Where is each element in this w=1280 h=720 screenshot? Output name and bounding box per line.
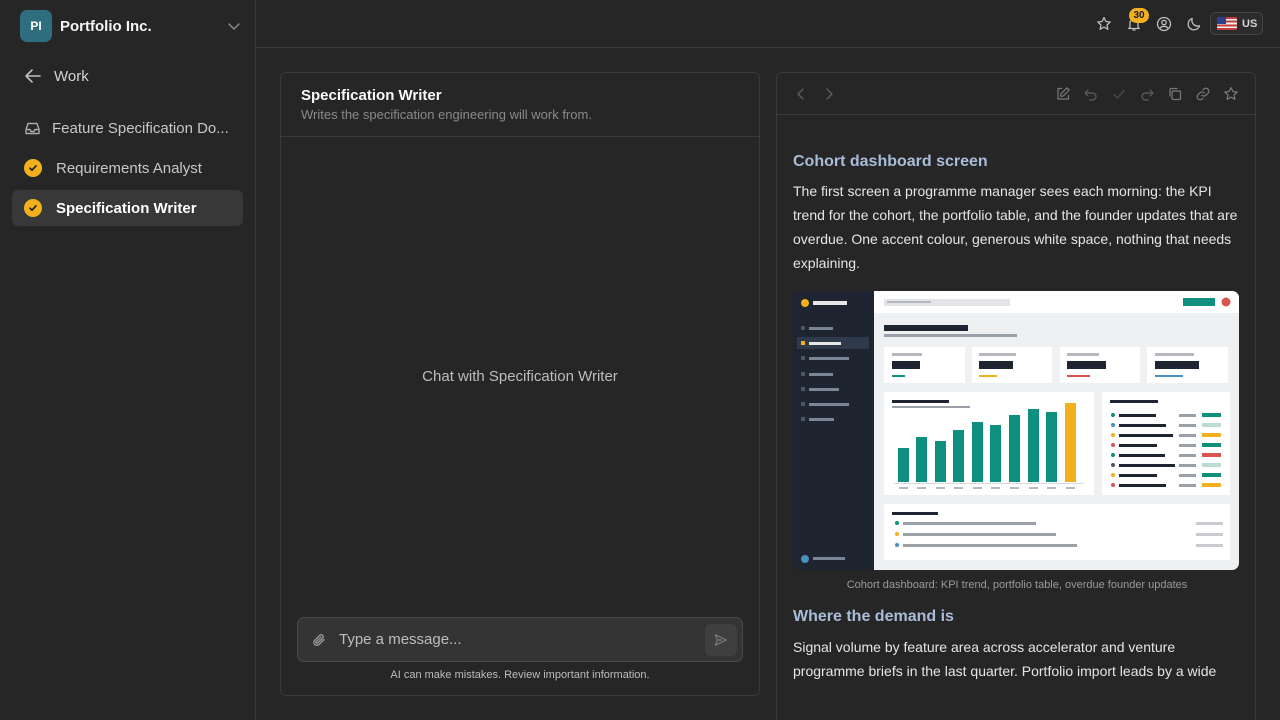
figure-caption: Cohort dashboard: KPI trend, portfolio t… [846,579,1188,591]
chat-title: Specification Writer [301,87,442,104]
chevron-left-icon[interactable] [793,86,809,102]
link-icon[interactable] [1195,86,1211,102]
undo-icon[interactable] [1083,86,1099,102]
edit-icon[interactable] [1055,86,1071,102]
org-avatar: PI [20,10,52,42]
sidebar: PI Portfolio Inc. Work Feature Specifica… [0,0,256,720]
sidebar-item-requirements-analyst[interactable]: Requirements Analyst [12,150,243,186]
section-heading: Cohort dashboard screen [793,153,988,170]
check-circle-icon [24,199,42,217]
check-circle-icon [24,159,42,177]
back-label: Work [54,67,89,85]
message-input[interactable] [339,631,705,648]
chevron-down-icon[interactable] [226,18,242,34]
chat-header: Specification Writer Writes the specific… [281,73,759,137]
us-flag-icon [1217,17,1237,30]
sidebar-item-label: Requirements Analyst [56,159,202,177]
paperclip-icon[interactable] [311,632,327,648]
message-composer [297,617,743,662]
locale-switcher[interactable]: US [1210,12,1263,35]
document-panel: Cohort dashboard screen The first screen… [776,72,1256,720]
ai-disclaimer: AI can make mistakes. Review important i… [390,669,650,681]
document-toolbar [777,73,1255,115]
back-link[interactable]: Work [24,66,89,86]
send-button[interactable] [705,623,737,656]
locale-label: US [1242,17,1258,30]
arrow-left-icon [25,69,41,83]
chat-subtitle: Writes the specification engineering wil… [301,107,592,122]
org-name: Portfolio Inc. [60,17,152,35]
check-icon[interactable] [1111,86,1127,102]
redo-icon[interactable] [1139,86,1155,102]
notification-badge: 30 [1129,8,1149,23]
sidebar-item-label: Specification Writer [56,199,197,217]
copy-icon[interactable] [1167,86,1183,102]
inbox-icon [25,122,40,134]
dashboard-mockup-image [793,291,1239,570]
section-heading: Where the demand is [793,608,954,625]
chat-panel: Specification Writer Writes the specific… [280,72,760,696]
document-body: Cohort dashboard screen The first screen… [793,115,1241,683]
section-paragraph: Signal volume by feature area across acc… [793,639,1217,679]
moon-icon[interactable] [1186,16,1202,32]
star-icon[interactable] [1223,86,1239,102]
sidebar-item-specification-writer[interactable]: Specification Writer [12,190,243,226]
section-paragraph: The first screen a programme manager see… [793,183,1238,271]
org-switcher[interactable]: PI Portfolio Inc. [20,10,242,42]
star-icon[interactable] [1096,16,1112,32]
chat-empty-state: Chat with Specification Writer [422,368,618,385]
send-icon [714,633,728,646]
chevron-right-icon[interactable] [821,86,837,102]
sidebar-item-label: Feature Specification Do... [52,119,229,137]
user-circle-icon[interactable] [1156,16,1172,32]
sidebar-item-feature-specification[interactable]: Feature Specification Do... [12,110,243,146]
